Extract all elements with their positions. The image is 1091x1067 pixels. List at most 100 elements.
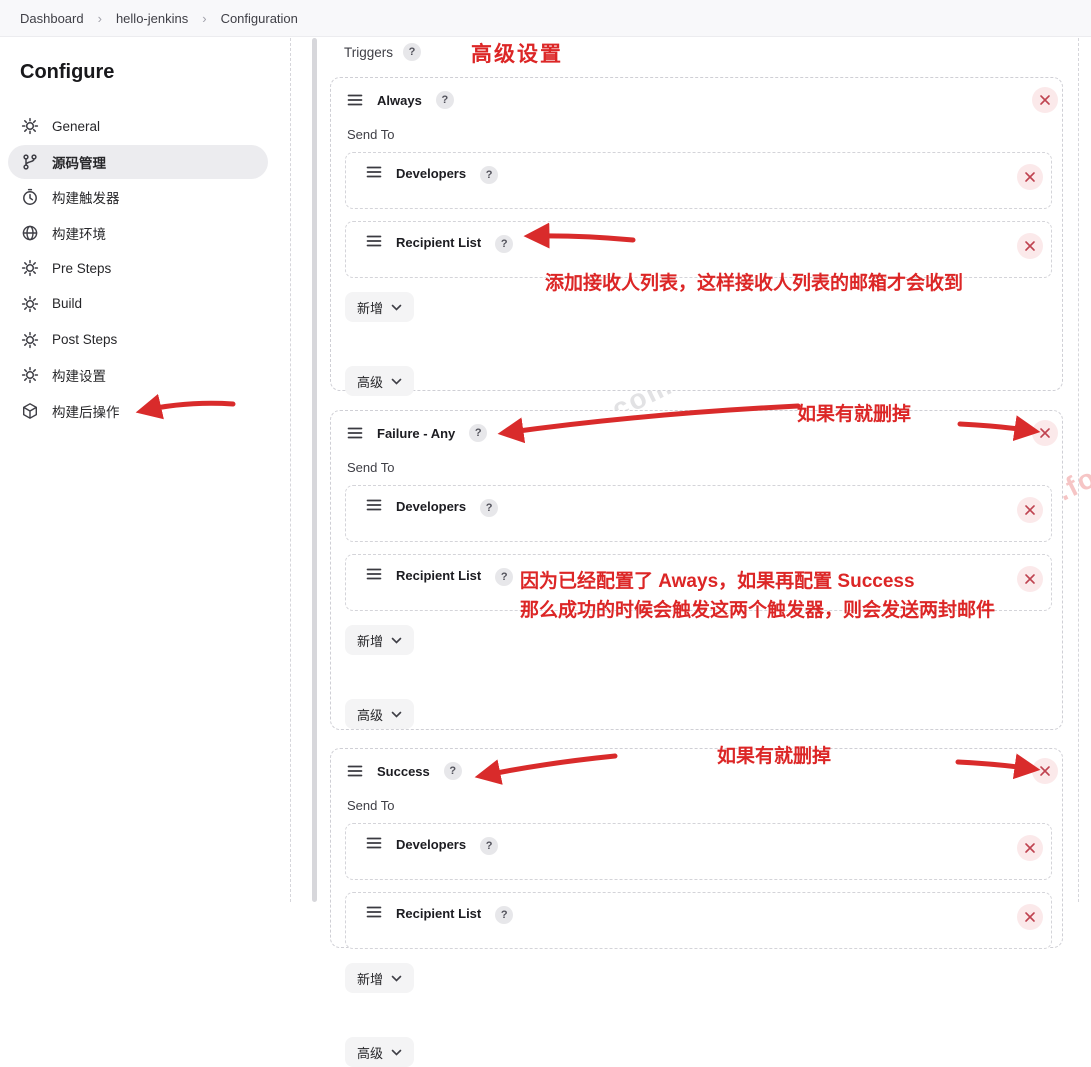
remove-recipient-button[interactable] xyxy=(1017,566,1043,592)
help-icon[interactable]: ? xyxy=(495,568,513,586)
send-to-label: Send To xyxy=(347,460,1062,475)
advanced-button[interactable]: 高级 xyxy=(345,366,414,396)
drag-handle-icon[interactable] xyxy=(366,499,382,511)
close-icon xyxy=(1039,94,1051,106)
help-icon[interactable]: ? xyxy=(480,837,498,855)
add-recipient-button[interactable]: 新增 xyxy=(345,292,414,322)
remove-recipient-button[interactable] xyxy=(1017,835,1043,861)
remove-recipient-button[interactable] xyxy=(1017,497,1043,523)
triggers-section: Triggers ? Always ? Send To xyxy=(330,37,1063,902)
gear-icon xyxy=(21,259,39,277)
recipient-title: Recipient List xyxy=(396,235,481,250)
triggers-label: Triggers xyxy=(344,45,393,60)
send-to-label: Send To xyxy=(347,127,1062,142)
remove-trigger-button[interactable] xyxy=(1032,87,1058,113)
recipient-box: Recipient List ? xyxy=(345,892,1052,949)
remove-recipient-button[interactable] xyxy=(1017,904,1043,930)
close-icon xyxy=(1024,504,1036,516)
help-icon[interactable]: ? xyxy=(495,906,513,924)
breadcrumb: Dashboard › hello-jenkins › Configuratio… xyxy=(0,0,1091,37)
recipient-title: Developers xyxy=(396,499,466,514)
breadcrumb-job[interactable]: hello-jenkins xyxy=(116,11,188,26)
close-icon xyxy=(1039,765,1051,777)
gear-icon xyxy=(21,331,39,349)
globe-icon xyxy=(21,224,39,242)
help-icon[interactable]: ? xyxy=(403,43,421,61)
drag-handle-icon[interactable] xyxy=(366,568,382,580)
sidebar-item-label: 构建设置 xyxy=(52,365,106,385)
close-icon xyxy=(1039,427,1051,439)
sidebar-item-2[interactable]: 构建触发器 xyxy=(8,180,268,214)
recipient-box: Developers ? xyxy=(345,485,1052,542)
chevron-down-icon xyxy=(391,975,402,982)
gear-icon xyxy=(21,117,39,135)
remove-trigger-button[interactable] xyxy=(1032,420,1058,446)
recipient-box: Recipient List ? xyxy=(345,554,1052,611)
package-icon xyxy=(21,402,39,420)
drag-handle-icon[interactable] xyxy=(347,94,363,106)
help-icon[interactable]: ? xyxy=(480,499,498,517)
close-icon xyxy=(1024,171,1036,183)
send-to-label: Send To xyxy=(347,798,1062,813)
chevron-down-icon xyxy=(391,711,402,718)
remove-recipient-button[interactable] xyxy=(1017,233,1043,259)
chevron-down-icon xyxy=(391,378,402,385)
advanced-button[interactable]: 高级 xyxy=(345,699,414,729)
breadcrumb-separator: › xyxy=(98,11,102,26)
recipient-title: Recipient List xyxy=(396,906,481,921)
help-icon[interactable]: ? xyxy=(480,166,498,184)
recipient-box: Developers ? xyxy=(345,823,1052,880)
drag-handle-icon[interactable] xyxy=(366,906,382,918)
sidebar-item-3[interactable]: 构建环境 xyxy=(8,216,268,250)
recipient-title: Recipient List xyxy=(396,568,481,583)
help-icon[interactable]: ? xyxy=(495,235,513,253)
breadcrumb-separator: › xyxy=(202,11,206,26)
trigger-title: Always xyxy=(377,93,422,108)
drag-handle-icon[interactable] xyxy=(347,427,363,439)
trigger-title: Success xyxy=(377,764,430,779)
sidebar-divider xyxy=(290,38,291,902)
branch-icon xyxy=(21,153,39,171)
sidebar-item-label: Build xyxy=(52,296,82,311)
sidebar-item-6[interactable]: Post Steps xyxy=(8,323,268,357)
close-icon xyxy=(1024,573,1036,585)
sidebar-item-label: Post Steps xyxy=(52,332,117,347)
clock-icon xyxy=(21,188,39,206)
close-icon xyxy=(1024,842,1036,854)
help-icon[interactable]: ? xyxy=(469,424,487,442)
sidebar-item-1[interactable]: 源码管理 xyxy=(8,145,268,179)
help-icon[interactable]: ? xyxy=(436,91,454,109)
recipient-title: Developers xyxy=(396,837,466,852)
sidebar-item-5[interactable]: Build xyxy=(8,287,268,321)
add-recipient-button[interactable]: 新增 xyxy=(345,625,414,655)
breadcrumb-dashboard[interactable]: Dashboard xyxy=(20,11,84,26)
sidebar-item-0[interactable]: General xyxy=(8,109,268,143)
trigger-box: Always ? Send To Developers ? xyxy=(330,77,1063,391)
sidebar-item-label: 构建后操作 xyxy=(52,401,120,421)
sidebar-item-label: Pre Steps xyxy=(52,261,111,276)
sidebar-item-label: 构建触发器 xyxy=(52,187,120,207)
sidebar-item-label: General xyxy=(52,119,100,134)
drag-handle-icon[interactable] xyxy=(347,765,363,777)
sidebar-item-4[interactable]: Pre Steps xyxy=(8,251,268,285)
recipients-list: Developers ? Recipient List ? xyxy=(345,823,1052,949)
trigger-title: Failure - Any xyxy=(377,426,455,441)
trigger-box: Failure - Any ? Send To Developers ? xyxy=(330,410,1063,730)
help-icon[interactable]: ? xyxy=(444,762,462,780)
drag-handle-icon[interactable] xyxy=(366,837,382,849)
drag-handle-icon[interactable] xyxy=(366,235,382,247)
add-recipient-button[interactable]: 新增 xyxy=(345,963,414,993)
close-icon xyxy=(1024,911,1036,923)
remove-recipient-button[interactable] xyxy=(1017,164,1043,190)
config-sidebar: Configure General 源码管理 构建触发器 xyxy=(0,37,290,902)
drag-handle-icon[interactable] xyxy=(366,166,382,178)
remove-trigger-button[interactable] xyxy=(1032,758,1058,784)
sidebar-item-8[interactable]: 构建后操作 xyxy=(8,394,268,428)
advanced-button[interactable]: 高级 xyxy=(345,1037,414,1067)
recipient-box: Developers ? xyxy=(345,152,1052,209)
gear-icon xyxy=(21,295,39,313)
sidebar-item-7[interactable]: 构建设置 xyxy=(8,358,268,392)
scrollbar[interactable] xyxy=(312,38,317,902)
breadcrumb-configuration[interactable]: Configuration xyxy=(221,11,298,26)
recipient-box: Recipient List ? xyxy=(345,221,1052,278)
